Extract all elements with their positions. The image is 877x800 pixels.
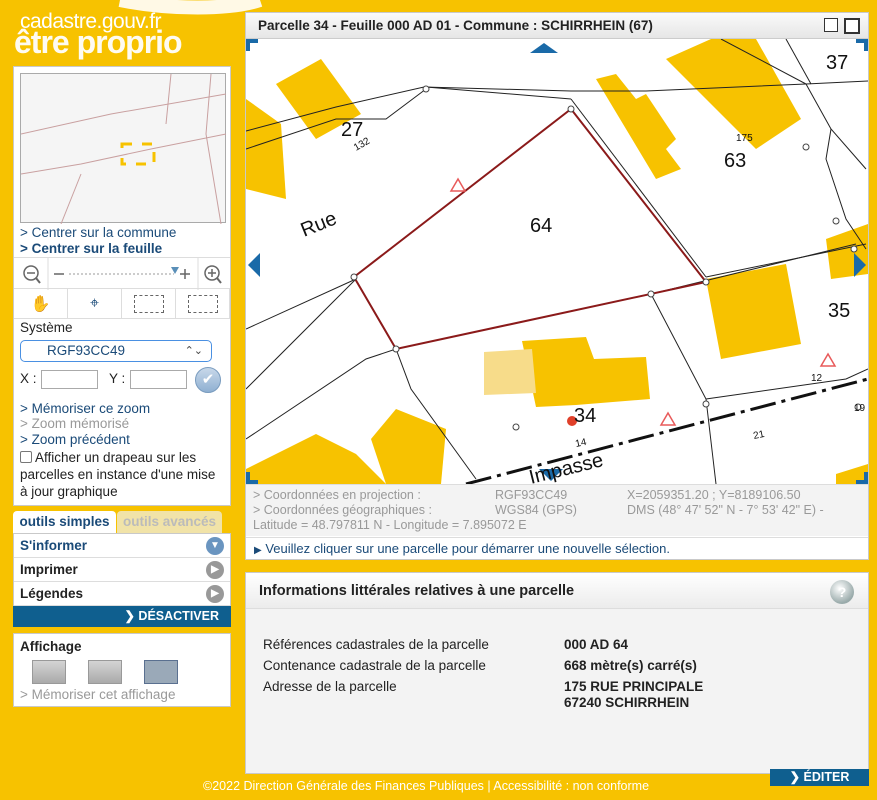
system-label: Système: [20, 320, 73, 335]
info-title: Informations littérales relatives à une …: [246, 573, 868, 609]
geo-coords-value: DMS (48° 47' 52" N - 7° 53' 42" E) -: [627, 503, 824, 517]
tab-advanced-tools[interactable]: outils avancés: [117, 511, 222, 533]
menu-inform[interactable]: S'informer ▼: [14, 534, 230, 558]
zoom-in-icon[interactable]: [204, 265, 222, 284]
map-canvas[interactable]: 27 37 63 64 35 34 132 175 12 19 14 21 Ru…: [246, 39, 868, 484]
y-input[interactable]: [130, 370, 187, 389]
number-label-175: 175: [736, 133, 753, 144]
parcel-label-37: 37: [826, 52, 848, 74]
flag-checkbox[interactable]: [20, 451, 32, 463]
y-label: Y :: [109, 371, 126, 386]
select-area-icon[interactable]: [122, 289, 176, 318]
system-select[interactable]: RGF93CC49 ⌃⌄: [20, 340, 212, 362]
x-label: X :: [20, 371, 37, 386]
display-panel: Affichage > Mémoriser cet affichage: [13, 633, 231, 707]
zoom-box-icon[interactable]: [176, 289, 230, 318]
map-window: Parcelle 34 - Feuille 000 AD 01 - Commun…: [245, 12, 869, 560]
overview-minimap[interactable]: [20, 73, 227, 225]
navigation-panel: > Centrer sur la commune > Centrer sur l…: [13, 66, 231, 506]
validate-coords-button[interactable]: ✔: [195, 367, 221, 393]
selection-hint-text: Veuillez cliquer sur une parcelle pour d…: [265, 541, 671, 556]
menu-print-label: Imprimer: [20, 562, 78, 577]
edit-label: ÉDITER: [803, 770, 850, 784]
flag-option: Afficher un drapeau sur les parcelles en…: [20, 449, 226, 500]
zoom-out-icon[interactable]: [23, 265, 41, 284]
number-label-12: 12: [811, 373, 823, 384]
display-option-1[interactable]: [32, 660, 66, 684]
proj-system: RGF93CC49: [495, 488, 568, 502]
system-select-value: RGF93CC49: [47, 343, 126, 358]
help-icon[interactable]: ?: [830, 580, 854, 604]
menu-print[interactable]: Imprimer ▶: [14, 558, 230, 582]
maximize-window-icon[interactable]: [844, 18, 860, 34]
tab-simple-tools[interactable]: outils simples: [13, 511, 116, 533]
logo-tagline: être proprio: [14, 24, 183, 60]
info-label-reference: Références cadastrales de la parcelle: [263, 637, 489, 652]
chevron-right-icon: ▶: [206, 561, 224, 579]
proj-coords-value: X=2059351.20 ; Y=8189106.50: [627, 488, 801, 502]
display-option-3[interactable]: [144, 660, 178, 684]
selection-hint: ▶ Veuillez cliquer sur une parcelle pour…: [246, 537, 868, 559]
chevron-down-icon: ▼: [206, 537, 224, 555]
parcel-label-34: 34: [574, 405, 596, 427]
parcel-label-64: 64: [530, 215, 552, 237]
number-label-19: 19: [854, 403, 866, 414]
restore-window-icon[interactable]: [824, 18, 838, 32]
footer-text: ©2022 Direction Générale des Finances Pu…: [203, 779, 650, 793]
zoom-slider-row: [14, 257, 230, 290]
info-title-text: Informations littérales relatives à une …: [259, 583, 575, 599]
lat-lon-value: Latitude = 48.797811 N - Longitude = 7.8…: [253, 518, 527, 532]
parcel-label-35: 35: [828, 300, 850, 322]
info-value-address-city: 67240 SCHIRRHEIN: [564, 695, 690, 710]
parcel-label-27: 27: [341, 119, 363, 141]
x-input[interactable]: [41, 370, 98, 389]
zoom-slider-handle[interactable]: [171, 267, 179, 274]
map-title-bar: Parcelle 34 - Feuille 000 AD 01 - Commun…: [246, 13, 868, 39]
tools-tabs: outils simples outils avancés: [13, 511, 231, 533]
cadastral-map[interactable]: 27 37 63 64 35 34 132 175 12 19 14 21 Ru…: [246, 39, 868, 484]
center-commune-link[interactable]: > Centrer sur la commune: [20, 225, 176, 240]
menu-legends-label: Légendes: [20, 586, 84, 601]
menu-inform-label: S'informer: [20, 538, 87, 553]
info-value-area: 668 mètre(s) carré(s): [564, 658, 697, 673]
site-logo[interactable]: cadastre.gouv.fr être proprio: [14, 4, 239, 62]
pan-hand-icon[interactable]: ✋: [14, 289, 68, 318]
deactivate-label: DÉSACTIVER: [138, 609, 219, 623]
display-title: Affichage: [20, 639, 82, 654]
play-arrow-icon: ▶: [254, 545, 262, 556]
chevron-right-icon: ▶: [206, 585, 224, 603]
info-value-reference: 000 AD 64: [564, 637, 629, 652]
info-label-area: Contenance cadastrale de la parcelle: [263, 658, 486, 673]
map-title: Parcelle 34 - Feuille 000 AD 01 - Commun…: [258, 18, 653, 33]
info-label-address: Adresse de la parcelle: [263, 679, 397, 694]
geo-coords-label: > Coordonnées géographiques :: [253, 503, 432, 517]
checkmark-icon: ✔: [201, 371, 215, 388]
memorized-zoom-link: > Zoom mémorisé: [20, 416, 130, 431]
flag-checkbox-label: Afficher un drapeau sur les parcelles en…: [20, 450, 216, 499]
proj-coords-label: > Coordonnées en projection :: [253, 488, 421, 502]
menu-legends[interactable]: Légendes ▶: [14, 582, 230, 606]
parcel-label-63: 63: [724, 150, 746, 172]
chevron-updown-icon: ⌃⌄: [184, 345, 203, 357]
center-sheet-link[interactable]: > Centrer sur la feuille: [20, 241, 162, 256]
map-tools-row: ✋ ⌖: [14, 289, 230, 319]
info-value-address: 175 RUE PRINCIPALE: [564, 679, 704, 694]
save-zoom-link[interactable]: > Mémoriser ce zoom: [20, 401, 150, 416]
edit-button[interactable]: ❯ ÉDITER: [770, 769, 869, 786]
display-option-2[interactable]: [88, 660, 122, 684]
save-display-link: > Mémoriser cet affichage: [20, 687, 176, 702]
previous-zoom-link[interactable]: > Zoom précédent: [20, 432, 130, 447]
coordinates-panel: > Coordonnées en projection : RGF93CC49 …: [246, 484, 868, 536]
parcel-info-panel: Informations littérales relatives à une …: [245, 572, 869, 774]
deactivate-button[interactable]: ❯ DÉSACTIVER: [13, 606, 231, 627]
geo-system: WGS84 (GPS): [495, 503, 577, 517]
crosshair-icon[interactable]: ⌖: [68, 289, 122, 318]
